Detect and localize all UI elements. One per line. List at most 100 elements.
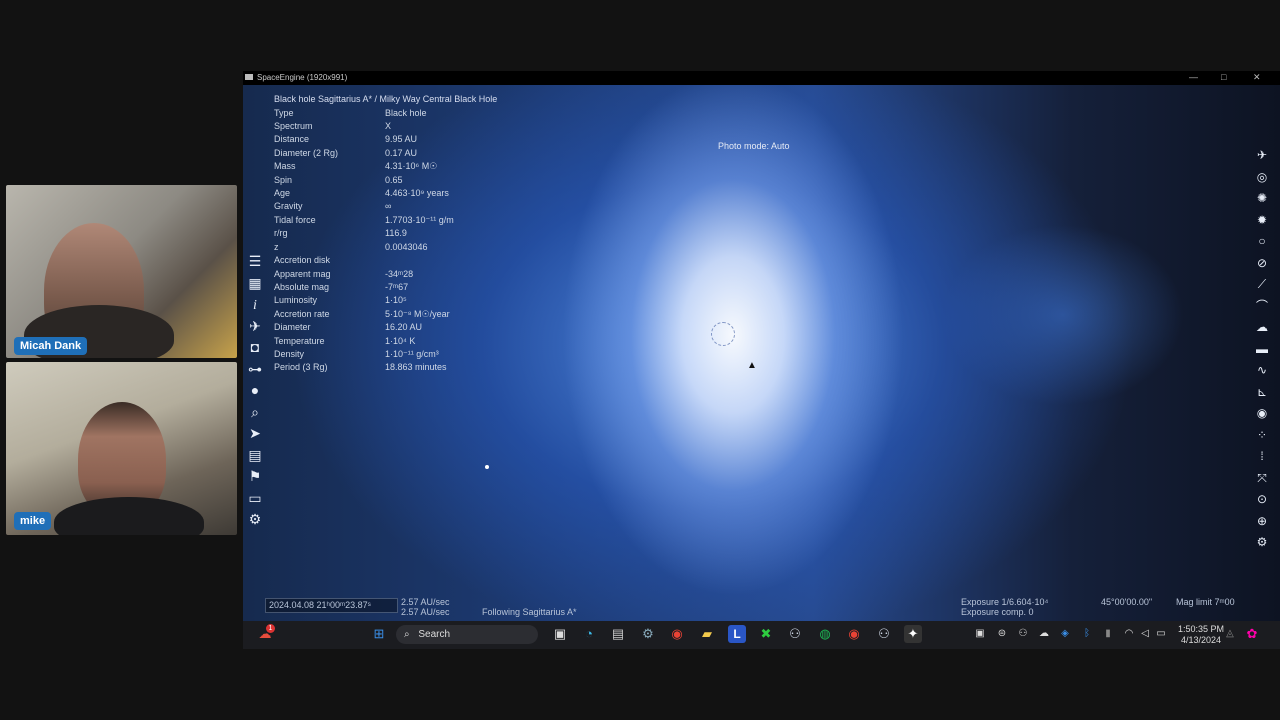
info-icon[interactable]: i — [245, 294, 265, 316]
property-label: Luminosity — [274, 295, 318, 306]
scale-icon[interactable]: ⁞ — [1252, 446, 1272, 468]
property-value: -7ᵐ67 — [385, 281, 409, 292]
left-toolbar: ☰ ▦ i ✈ ◘ ⊶ ● ⌕ ➤ ▤ ⚑ ▭ ⚙ — [245, 251, 265, 531]
move-icon[interactable]: ● — [245, 380, 265, 402]
catalog-icon[interactable]: ▦ — [245, 273, 265, 295]
edge-icon[interactable]: ◔ — [580, 625, 598, 643]
bluetooth-icon[interactable]: ᛒ — [1078, 625, 1096, 643]
star-cluster-icon[interactable]: ✹ — [1252, 210, 1272, 232]
camera-icon[interactable]: ◘ — [245, 337, 265, 359]
photos-icon[interactable]: ▤ — [609, 625, 627, 643]
property-value: 5·10⁻⁸ M☉/year — [385, 308, 450, 319]
globe-icon[interactable]: ⊕ — [1252, 511, 1272, 533]
battery-icon[interactable]: ▭ — [1152, 625, 1170, 643]
onedrive-icon[interactable]: ☁ — [1035, 625, 1053, 643]
taskbar-search[interactable]: ⌕ Search — [396, 625, 538, 644]
property-value: 1·10⁴ K — [385, 335, 416, 346]
fov-readout: 45°00'00.00" — [1101, 597, 1153, 607]
object-heading: Black hole Sagittarius A* / Milky Way Ce… — [274, 94, 498, 104]
property-value: -34ᵐ28 — [385, 268, 414, 279]
tray-icon[interactable]: ▣ — [971, 625, 989, 643]
settings-app-icon[interactable]: ⚙ — [639, 625, 657, 643]
steam-icon-2[interactable]: ⚇ — [875, 625, 893, 643]
tray-icon[interactable]: ⚇ — [1014, 625, 1032, 643]
app-l-icon[interactable]: L — [728, 625, 746, 643]
settings-icon[interactable]: ⚙ — [1252, 532, 1272, 554]
notification-badge: 1 — [266, 624, 275, 633]
property-label: Period (3 Rg) — [274, 362, 328, 373]
property-label: Type — [274, 107, 294, 118]
participant-video-mike[interactable]: mike — [6, 362, 237, 535]
task-view-icon[interactable]: ▣ — [551, 625, 569, 643]
property-value: 116.9 — [385, 228, 407, 239]
following-label: Following Sagittarius A* — [482, 607, 577, 617]
property-value: 1·10⁵ — [385, 295, 407, 306]
cloud-icon[interactable]: ☁ — [1252, 317, 1272, 339]
maximize-button[interactable]: □ — [1221, 72, 1226, 82]
star-point — [485, 465, 489, 469]
flag-icon[interactable]: ⚑ — [245, 466, 265, 488]
water-icon[interactable]: ∿ — [1252, 360, 1272, 382]
display-icon[interactable]: ▭ — [245, 488, 265, 510]
black-hole-marker[interactable] — [711, 322, 735, 346]
space-viewport[interactable]: Black hole Sagittarius A* / Milky Way Ce… — [243, 85, 1280, 621]
notifications-bell-icon[interactable]: ◬ — [1221, 625, 1239, 643]
steam-icon[interactable]: ⚇ — [786, 625, 804, 643]
hold-icon[interactable]: ⊶ — [245, 359, 265, 381]
chrome-icon[interactable]: ◉ — [668, 625, 686, 643]
spotify-icon[interactable]: ◍ — [816, 625, 834, 643]
property-label: Diameter (2 Rg) — [274, 147, 339, 158]
start-button[interactable]: ⊞ — [370, 625, 388, 643]
datetime-field[interactable]: 2024.04.08 21ʰ00ᵐ23.87ˢ — [265, 598, 398, 613]
search-icon[interactable]: ⌕ — [245, 402, 265, 424]
tray-icon[interactable]: ⊜ — [993, 625, 1011, 643]
galaxy-icon[interactable]: ◎ — [1252, 167, 1272, 189]
property-value: 1.7703·10⁻¹¹ g/m — [385, 214, 454, 225]
ship-icon[interactable]: ✈ — [245, 316, 265, 338]
app-icon — [245, 74, 253, 80]
menu-icon[interactable]: ☰ — [245, 251, 265, 273]
orbit-icon[interactable]: ⊘ — [1252, 253, 1272, 275]
chrome-profile-icon[interactable]: ◉ — [845, 625, 863, 643]
copilot-icon[interactable]: ✿ — [1243, 625, 1261, 643]
exposure-comp-readout: Exposure comp. 0 — [961, 607, 1034, 617]
asteroid-icon[interactable]: ⌒ — [1252, 296, 1272, 318]
nebula-icon[interactable]: ✺ — [1252, 188, 1272, 210]
mag-limit-readout: Mag limit 7ᵐ00 — [1176, 597, 1235, 607]
property-value: 4.463·10⁹ years — [385, 187, 449, 198]
property-value: 0.65 — [385, 174, 403, 185]
planet-icon[interactable]: ○ — [1252, 231, 1272, 253]
property-value: 9.95 AU — [385, 134, 418, 145]
comet-icon[interactable]: ⟋ — [1252, 274, 1272, 296]
property-value: X — [385, 120, 392, 131]
navigate-icon[interactable]: ➤ — [245, 423, 265, 445]
settings-icon[interactable]: ⚙ — [245, 509, 265, 531]
stars-icon[interactable]: ⁘ — [1252, 425, 1272, 447]
property-label: Age — [274, 187, 291, 198]
target-icon[interactable]: ⊙ — [1252, 489, 1272, 511]
minimize-button[interactable]: — — [1189, 72, 1198, 82]
clock-date[interactable]: 4/13/2024 — [1181, 635, 1221, 645]
tray-icon[interactable]: ◈ — [1056, 625, 1074, 643]
close-button[interactable]: ✕ — [1253, 72, 1261, 83]
file-explorer-icon[interactable]: ▰ — [698, 625, 716, 643]
accretion-disk-title: Accretion disk — [274, 255, 331, 265]
spaceengine-taskbar-icon[interactable]: ✦ — [904, 625, 922, 643]
property-label: Apparent mag — [274, 268, 331, 279]
fullscreen-icon[interactable]: ⤧ — [1252, 468, 1272, 490]
property-label: Distance — [274, 134, 310, 145]
property-value: 18.863 minutes — [385, 362, 447, 373]
speed-readout-secondary: 2.57 AU/sec — [401, 607, 450, 617]
clock-time[interactable]: 1:50:35 PM — [1178, 624, 1224, 634]
microphone-icon[interactable]: ▮ — [1099, 625, 1117, 643]
calendar-icon[interactable]: ▤ — [245, 445, 265, 467]
property-label: Mass — [274, 161, 296, 172]
participant-video-micah[interactable]: Micah Dank — [6, 185, 237, 358]
landscape-icon[interactable]: ⊾ — [1252, 382, 1272, 404]
xbox-icon[interactable]: ✖ — [757, 625, 775, 643]
window-title: SpaceEngine (1920x991) — [257, 73, 348, 82]
ship-model-icon[interactable]: ▬ — [1252, 339, 1272, 361]
property-label: z — [274, 241, 279, 252]
ship-icon[interactable]: ✈ — [1252, 145, 1272, 167]
eye-icon[interactable]: ◉ — [1252, 403, 1272, 425]
